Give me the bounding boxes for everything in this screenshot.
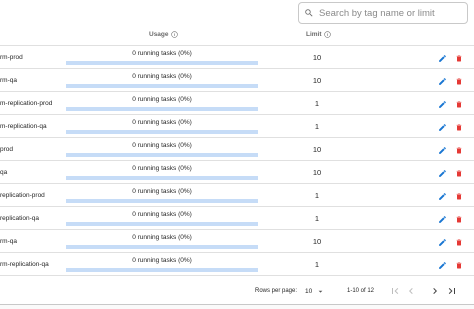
limit-value: 10 — [312, 237, 322, 246]
table-header: Usage Limit — [0, 26, 474, 46]
pencil-icon[interactable] — [438, 215, 447, 224]
trash-icon[interactable] — [455, 238, 463, 247]
usage-text: 0 running tasks (0%) — [132, 257, 192, 264]
usage-progress-bar — [66, 245, 258, 249]
usage-progress-bar — [66, 107, 258, 111]
pencil-icon[interactable] — [438, 77, 447, 86]
tag-name: prod — [0, 146, 14, 153]
search-input[interactable] — [319, 7, 459, 19]
pencil-icon[interactable] — [438, 54, 447, 63]
rows-per-page-select[interactable]: 10 — [305, 285, 329, 297]
pencil-icon[interactable] — [438, 169, 447, 178]
trash-icon[interactable] — [455, 261, 463, 270]
pagination: Rows per page: 10 1-10 of 12 — [0, 280, 474, 304]
limit-value: 10 — [312, 168, 322, 177]
usage-text: 0 running tasks (0%) — [132, 142, 192, 149]
trash-icon[interactable] — [455, 215, 463, 224]
limit-value: 10 — [312, 145, 322, 154]
tag-name: qa — [0, 169, 8, 176]
table-row: rm-qa 0 running tasks (0%) 10 — [0, 230, 474, 253]
usage-text: 0 running tasks (0%) — [132, 50, 192, 57]
limit-value: 1 — [314, 191, 320, 200]
limit-value: 10 — [312, 76, 322, 85]
usage-progress-bar — [66, 61, 258, 65]
usage-text: 0 running tasks (0%) — [132, 96, 192, 103]
chevron-left-icon[interactable] — [405, 285, 417, 297]
table-row: qa 0 running tasks (0%) 10 — [0, 161, 474, 184]
tag-name: rm-qa — [0, 77, 17, 84]
limit-column-header[interactable]: Limit — [306, 31, 331, 38]
trash-icon[interactable] — [455, 100, 463, 109]
usage-progress-bar — [66, 222, 258, 226]
tag-name: rm-replication-qa — [0, 261, 49, 268]
usage-progress-bar — [66, 84, 258, 88]
trash-icon[interactable] — [455, 169, 463, 178]
pencil-icon[interactable] — [438, 100, 447, 109]
chevron-right-icon[interactable] — [429, 285, 441, 297]
first-page-icon[interactable] — [389, 285, 401, 297]
usage-header-label: Usage — [149, 31, 169, 38]
limit-value: 1 — [314, 260, 320, 269]
limit-value: 10 — [312, 53, 322, 62]
search-icon — [305, 9, 313, 17]
usage-column-header[interactable]: Usage — [149, 31, 178, 38]
limit-header-label: Limit — [306, 31, 322, 38]
info-icon[interactable] — [323, 31, 331, 38]
search-field[interactable] — [298, 2, 468, 24]
limit-value: 1 — [314, 214, 320, 223]
table-row: m-replication-prod 0 running tasks (0%) … — [0, 92, 474, 115]
pencil-icon[interactable] — [438, 123, 447, 132]
tag-name: rm-prod — [0, 54, 23, 61]
tag-name: m-replication-qa — [0, 123, 47, 130]
footer-divider — [0, 304, 474, 309]
trash-icon[interactable] — [455, 54, 463, 63]
trash-icon[interactable] — [455, 123, 463, 132]
usage-text: 0 running tasks (0%) — [132, 165, 192, 172]
info-icon[interactable] — [170, 31, 178, 38]
table-row: prod 0 running tasks (0%) 10 — [0, 138, 474, 161]
last-page-icon[interactable] — [446, 285, 458, 297]
usage-text: 0 running tasks (0%) — [132, 234, 192, 241]
trash-icon[interactable] — [455, 146, 463, 155]
table-row: m-replication-qa 0 running tasks (0%) 1 — [0, 115, 474, 138]
usage-progress-bar — [66, 268, 258, 272]
usage-progress-bar — [66, 199, 258, 203]
pagination-range: 1-10 of 12 — [347, 288, 375, 294]
tag-name: rm-qa — [0, 238, 17, 245]
pencil-icon[interactable] — [438, 146, 447, 155]
table-row: rm-replication-qa 0 running tasks (0%) 1 — [0, 253, 474, 276]
dropdown-arrow-icon — [318, 290, 323, 293]
usage-text: 0 running tasks (0%) — [132, 119, 192, 126]
rows-per-page-value: 10 — [305, 287, 313, 295]
tag-name: replication-qa — [0, 215, 40, 222]
trash-icon[interactable] — [455, 192, 463, 201]
trash-icon[interactable] — [455, 77, 463, 86]
usage-text: 0 running tasks (0%) — [132, 188, 192, 195]
table-row: rm-prod 0 running tasks (0%) 10 — [0, 46, 474, 69]
tag-name: replication-prod — [0, 192, 45, 199]
table-row: rm-qa 0 running tasks (0%) 10 — [0, 69, 474, 92]
rows-per-page-label: Rows per page: — [255, 288, 298, 294]
pencil-icon[interactable] — [438, 238, 447, 247]
limit-value: 1 — [314, 99, 320, 108]
usage-text: 0 running tasks (0%) — [132, 73, 192, 80]
usage-progress-bar — [66, 153, 258, 157]
pencil-icon[interactable] — [438, 192, 447, 201]
table-row: replication-qa 0 running tasks (0%) 1 — [0, 207, 474, 230]
tag-name: m-replication-prod — [0, 100, 53, 107]
usage-text: 0 running tasks (0%) — [132, 211, 192, 218]
usage-progress-bar — [66, 130, 258, 134]
limit-value: 1 — [314, 122, 320, 131]
pencil-icon[interactable] — [438, 261, 447, 270]
table-row: replication-prod 0 running tasks (0%) 1 — [0, 184, 474, 207]
usage-progress-bar — [66, 176, 258, 180]
